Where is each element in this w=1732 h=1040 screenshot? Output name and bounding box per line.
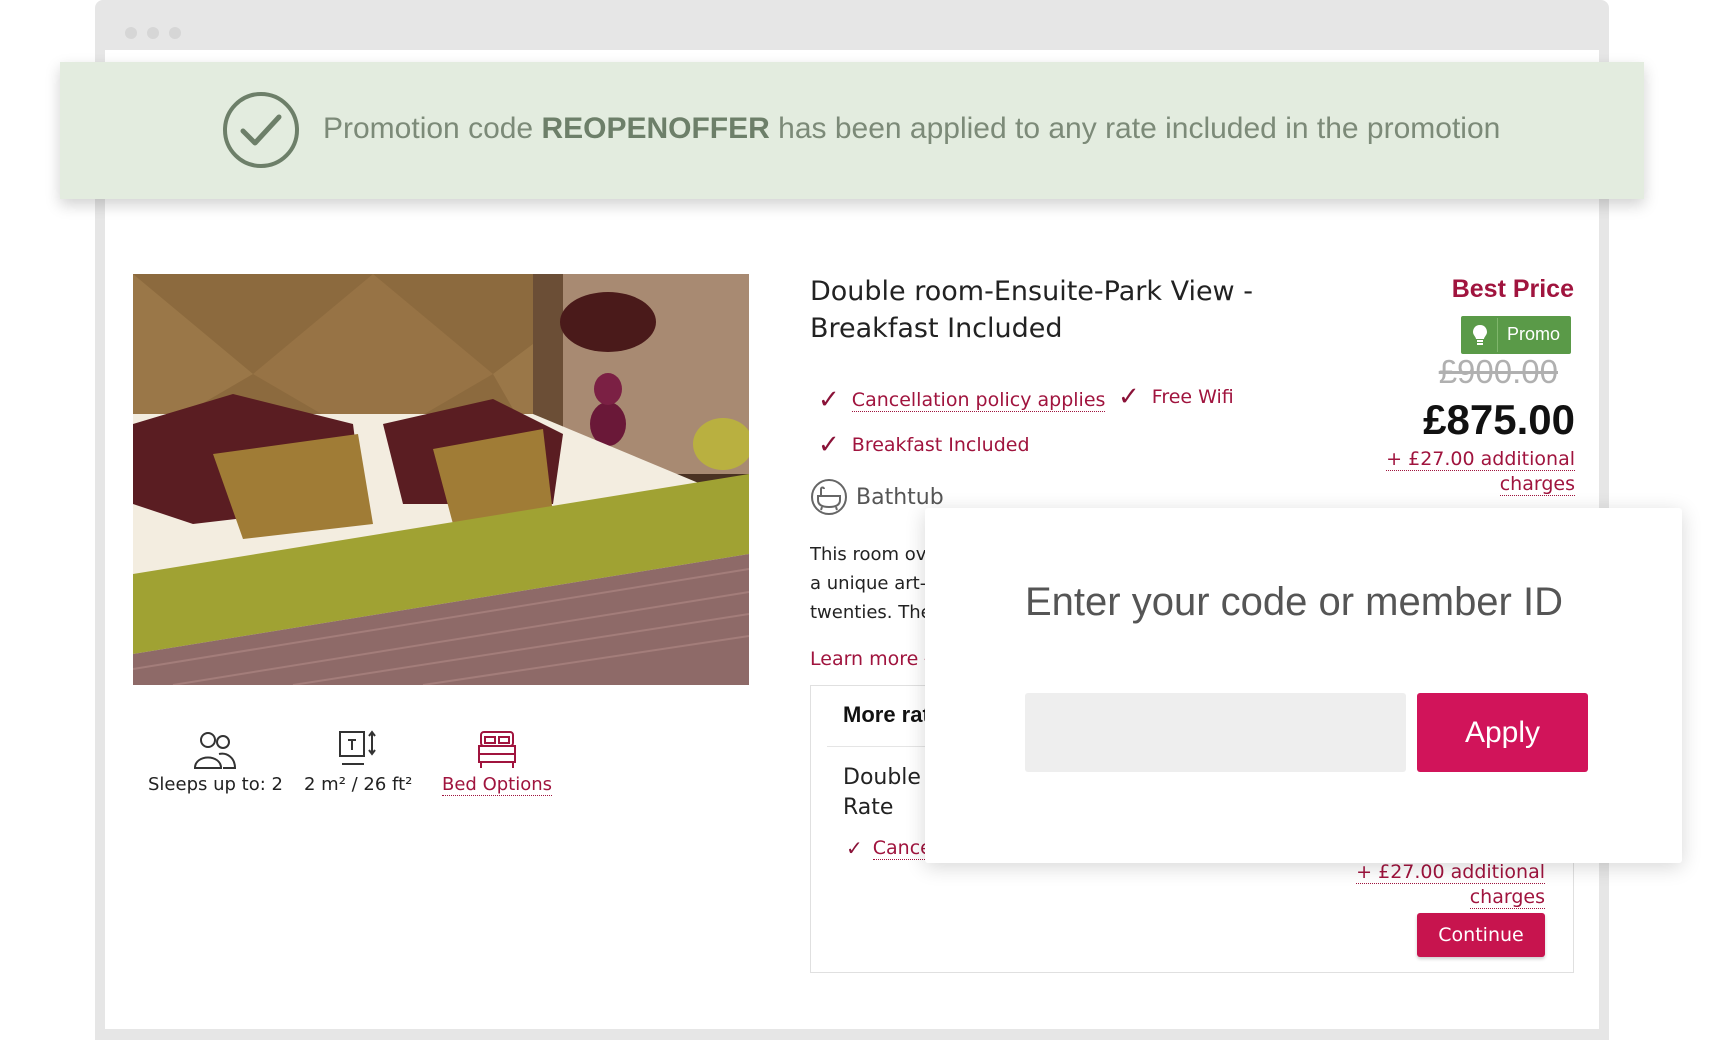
check-icon: ✓ [1118,382,1140,412]
description-line: twenties. The [810,602,930,623]
promo-suffix: has been applied to any rate included in… [769,112,1501,145]
bed-options-link[interactable]: Bed Options [442,730,553,796]
rate-additional-charges[interactable]: + £27.00 additional charges [1356,860,1545,910]
bathtub-icon [811,479,847,515]
bed-options-label[interactable]: Bed Options [442,774,553,796]
amenity-breakfast: ✓ Breakfast Included [818,430,1030,460]
people-icon [194,732,237,769]
window-controls [125,27,181,39]
amenity-cancellation[interactable]: ✓ Cancellation policy applies [818,385,1106,415]
learn-more-label[interactable]: Learn more [810,648,918,670]
description-line: a unique art- [810,573,927,594]
bed-icon [478,731,517,768]
cancellation-policy-link[interactable]: Cancellation policy applies [851,389,1106,412]
lightbulb-icon [1463,318,1497,352]
charges-line[interactable]: + £27.00 additional [1386,448,1575,471]
current-price: £875.00 [1423,396,1575,443]
window-dot [169,27,181,39]
promo-label: Promo [1497,318,1570,352]
additional-charges-link[interactable]: + £27.00 additional charges [1375,447,1575,497]
more-rates-title: More rat [843,702,930,727]
promo-applied-banner: Promotion code REOPENOFFER has been appl… [60,62,1644,199]
promo-message: Promotion code REOPENOFFER has been appl… [323,112,1500,146]
check-icon: ✓ [818,385,840,415]
room-photo [133,274,749,685]
description-line: This room ov [810,544,927,565]
room-title: Double room-Ensuite-Park View - Breakfas… [810,276,1253,344]
window-dot [125,27,137,39]
promo-code: REOPENOFFER [541,112,770,145]
promo-code-popup: Enter your code or member ID Apply [925,508,1682,863]
rate-name: Double Rate [843,763,933,823]
charges-line[interactable]: + £27.00 additional [1356,861,1545,884]
wifi-label: Free Wifi [1151,386,1234,408]
breakfast-label: Breakfast Included [851,434,1030,456]
room-description: This room ov a unique art- twenties. The [810,540,930,627]
popup-title: Enter your code or member ID [1025,580,1563,624]
promo-code-input[interactable] [1025,693,1406,772]
continue-button[interactable]: Continue [1417,913,1545,957]
rate-name-line: Double [843,765,921,790]
bathtub-label: Bathtub [856,484,944,510]
learn-more-link[interactable]: Learn more ▾ [810,648,930,670]
sleeps-feature: Sleeps up to: 2 [148,730,283,795]
promo-tag: Promo [1461,316,1572,354]
charges-line[interactable]: charges [1499,473,1575,496]
amenity-wifi: ✓ Free Wifi [1118,382,1234,412]
check-icon: ✓ [818,430,840,460]
bathtub-feature: Bathtub [810,478,944,516]
floorplan-icon [339,730,376,765]
promo-prefix: Promotion code [323,112,542,145]
size-label: 2 m² / 26 ft² [304,774,413,795]
size-feature: 2 m² / 26 ft² [304,730,412,795]
check-icon: ✓ [846,836,863,860]
apply-button[interactable]: Apply [1417,693,1588,772]
charges-line[interactable]: charges [1469,886,1545,909]
window-dot [147,27,159,39]
old-price: £900.00 [1438,353,1558,390]
sleeps-label: Sleeps up to: 2 [148,774,283,795]
check-circle-icon [223,92,299,168]
rate-name-line: Rate [843,795,894,820]
best-price-badge: Best Price [1451,275,1574,303]
